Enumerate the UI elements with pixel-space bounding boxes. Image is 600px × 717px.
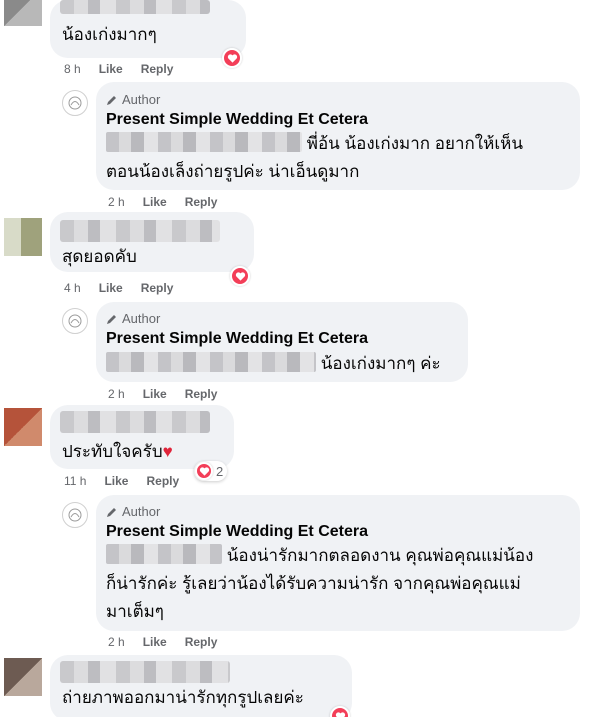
commenter-name-redacted[interactable] [60, 411, 210, 433]
logo-icon [68, 314, 82, 328]
pencil-icon [107, 507, 116, 517]
comment-bubble: น้องเก่งมากๆ [50, 0, 246, 58]
reply-button[interactable]: Reply [141, 281, 174, 295]
avatar[interactable] [4, 408, 42, 446]
comment-text-content: ประทับใจครับ [62, 442, 163, 461]
author-badge: Author [106, 504, 160, 519]
author-badge: Author [106, 311, 160, 326]
heart-icon [230, 266, 250, 286]
heart-icon [222, 48, 242, 68]
heart-icon [330, 706, 350, 717]
logo-icon [68, 96, 82, 110]
commenter-name-redacted[interactable] [60, 661, 230, 683]
comment-meta: 8 h Like Reply [64, 62, 173, 76]
reply-text: น้องน่ารักมากตลอดงาน คุณพ่อคุณแม่น้อง [226, 546, 534, 565]
comment-text: สุดยอดคับ [62, 247, 137, 266]
avatar[interactable] [4, 0, 42, 26]
reaction-count: 2 [216, 463, 224, 479]
comment-bubble: สุดยอดคับ [50, 212, 254, 272]
author-badge: Author [106, 92, 160, 107]
like-button[interactable]: Like [143, 635, 167, 649]
page-avatar[interactable] [62, 502, 88, 528]
author-label: Author [122, 92, 161, 107]
comment-text: ประทับใจครับ♥ [62, 439, 173, 465]
reply-button[interactable]: Reply [141, 62, 174, 76]
comment-text: ถ่ายภาพออกมาน่ารักทุกรูปเลยค่ะ [62, 688, 304, 707]
reply-meta: 2 h Like Reply [108, 387, 217, 401]
page-avatar[interactable] [62, 90, 88, 116]
reply-button[interactable]: Reply [185, 195, 218, 209]
comment-meta: 11 h Like Reply [64, 474, 179, 488]
reaction-badge[interactable] [222, 48, 242, 68]
avatar[interactable] [4, 218, 42, 256]
reply-text-line: ก็น่ารักค่ะ รู้เลยว่าน้องได้รับความน่ารั… [106, 574, 521, 593]
comment-meta: 4 h Like Reply [64, 281, 173, 295]
page-name[interactable]: Present Simple Wedding Et Cetera [106, 523, 368, 541]
reply-text-line: ตอนน้องเล็งถ่ายรูปค่ะ น่าเอ็นดูมาก [106, 162, 360, 181]
mention-redacted[interactable] [106, 132, 302, 152]
author-label: Author [122, 311, 161, 326]
page-avatar[interactable] [62, 308, 88, 334]
pencil-icon [107, 95, 116, 105]
author-label: Author [122, 504, 161, 519]
reply-meta: 2 h Like Reply [108, 635, 217, 649]
reaction-badge[interactable]: 2 [194, 461, 228, 481]
like-button[interactable]: Like [143, 195, 167, 209]
reaction-badge[interactable] [230, 266, 250, 286]
like-button[interactable]: Like [104, 474, 128, 488]
timestamp[interactable]: 11 h [64, 474, 86, 488]
logo-icon [68, 508, 82, 522]
reply-button[interactable]: Reply [185, 387, 218, 401]
reply-meta: 2 h Like Reply [108, 195, 217, 209]
heart-icon [195, 462, 213, 480]
comment-text: น้องเก่งมากๆ [62, 25, 157, 44]
reply-text-line: น้องน่ารักมากตลอดงาน คุณพ่อคุณแม่น้อง [106, 542, 533, 569]
like-button[interactable]: Like [143, 387, 167, 401]
reply-button[interactable]: Reply [185, 635, 218, 649]
comment-bubble: ถ่ายภาพออกมาน่ารักทุกรูปเลยค่ะ [50, 655, 352, 717]
like-button[interactable]: Like [99, 62, 123, 76]
reply-bubble: Author Present Simple Wedding Et Cetera … [96, 302, 468, 382]
pencil-icon [107, 314, 116, 324]
reply-text-line: พี่อ้น น้องเก่งมาก อยากให้เห็น [106, 130, 523, 157]
reply-text-line: น้องเก่งมากๆ ค่ะ [106, 350, 441, 377]
avatar[interactable] [4, 658, 42, 696]
reply-bubble: Author Present Simple Wedding Et Cetera … [96, 495, 580, 631]
red-heart-emoji: ♥ [162, 442, 173, 461]
page-name[interactable]: Present Simple Wedding Et Cetera [106, 111, 368, 129]
reply-text: พี่อ้น น้องเก่งมาก อยากให้เห็น [306, 134, 523, 153]
commenter-name-redacted[interactable] [60, 220, 220, 242]
reply-button[interactable]: Reply [146, 474, 179, 488]
reply-bubble: Author Present Simple Wedding Et Cetera … [96, 82, 580, 190]
timestamp[interactable]: 2 h [108, 195, 125, 209]
timestamp[interactable]: 2 h [108, 635, 125, 649]
mention-redacted[interactable] [106, 352, 316, 372]
timestamp[interactable]: 2 h [108, 387, 125, 401]
page-name[interactable]: Present Simple Wedding Et Cetera [106, 330, 368, 348]
timestamp[interactable]: 4 h [64, 281, 81, 295]
reply-text-line: มาเต็มๆ [106, 602, 164, 621]
mention-redacted[interactable] [106, 544, 222, 564]
like-button[interactable]: Like [99, 281, 123, 295]
timestamp[interactable]: 8 h [64, 62, 81, 76]
comment-bubble: ประทับใจครับ♥ [50, 405, 234, 469]
commenter-name-redacted[interactable] [60, 0, 210, 14]
reaction-badge[interactable] [330, 706, 350, 717]
reply-text: น้องเก่งมากๆ ค่ะ [320, 354, 441, 373]
